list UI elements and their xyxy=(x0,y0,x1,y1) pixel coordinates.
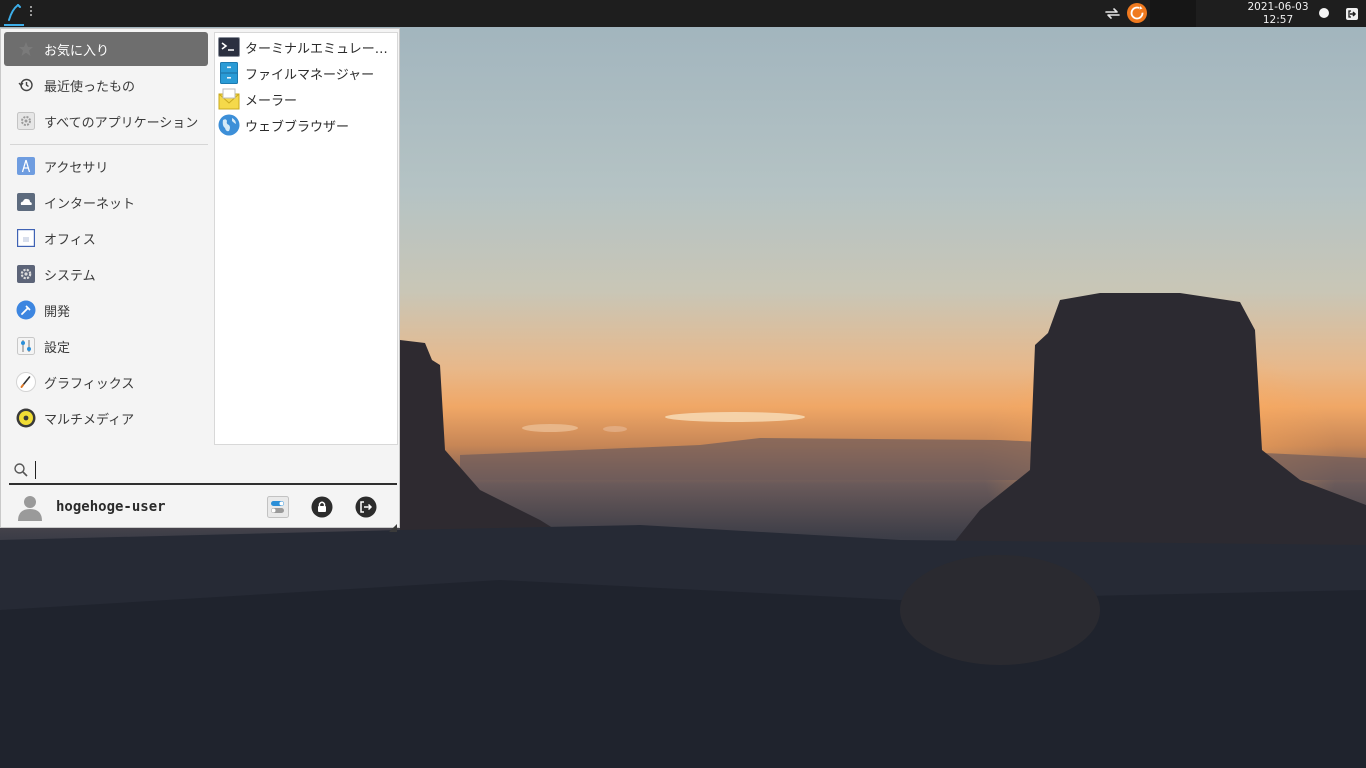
category-development[interactable]: 開発 xyxy=(4,293,208,327)
category-multimedia[interactable]: マルチメディア xyxy=(4,401,208,435)
development-hammer-icon xyxy=(16,300,36,320)
category-label: 最近使ったもの xyxy=(44,79,136,95)
graphics-brush-icon xyxy=(16,372,36,392)
notification-dot-icon[interactable] xyxy=(1319,8,1329,18)
category-label: アクセサリ xyxy=(44,160,109,176)
app-label: メーラー xyxy=(245,93,298,109)
application-menu: お気に入り 最近使ったもの すべてのアプリケーション アクセサリ インターネット… xyxy=(0,28,400,532)
category-favorites[interactable]: お気に入り xyxy=(4,32,208,66)
whisker-menu-button[interactable] xyxy=(2,1,26,26)
category-list: お気に入り 最近使ったもの すべてのアプリケーション アクセサリ インターネット… xyxy=(2,30,210,448)
panel-handle-icon[interactable] xyxy=(30,6,34,20)
history-icon xyxy=(16,75,36,95)
clock-time: 12:57 xyxy=(1262,13,1294,26)
lock-icon xyxy=(311,496,333,518)
category-system[interactable]: システム xyxy=(4,257,208,291)
system-gear-icon xyxy=(16,264,36,284)
log-out-button[interactable] xyxy=(354,495,378,519)
app-terminal[interactable]: ターミナルエミュレーター xyxy=(215,34,397,60)
web-browser-globe-icon xyxy=(218,114,240,136)
avatar xyxy=(16,493,44,521)
category-accessories[interactable]: アクセサリ xyxy=(4,149,208,183)
category-all-apps[interactable]: すべてのアプリケーション xyxy=(4,104,208,138)
file-manager-icon xyxy=(218,62,240,84)
search-icon xyxy=(13,462,29,478)
category-office[interactable]: オフィス xyxy=(4,221,208,255)
action-exit-icon[interactable] xyxy=(1345,6,1359,20)
log-out-icon xyxy=(355,496,377,518)
app-label: ファイルマネージャー xyxy=(245,67,375,83)
app-label: ターミナルエミュレーター xyxy=(245,41,393,57)
username: hogehoge-user xyxy=(56,499,166,515)
resize-grip-icon[interactable] xyxy=(389,517,397,532)
office-document-icon xyxy=(16,228,36,248)
app-file-manager[interactable]: ファイルマネージャー xyxy=(215,60,397,86)
panel-clock[interactable]: 2021-06-03 12:57 xyxy=(1236,1,1320,26)
user-bar: hogehoge-user xyxy=(2,489,398,527)
category-label: マルチメディア xyxy=(44,412,135,428)
app-label: ウェブブラウザー xyxy=(245,119,350,135)
star-icon xyxy=(16,39,36,59)
category-label: オフィス xyxy=(44,232,96,248)
category-settings[interactable]: 設定 xyxy=(4,329,208,363)
category-separator xyxy=(10,144,208,145)
category-label: 設定 xyxy=(44,340,71,356)
category-recent[interactable]: 最近使ったもの xyxy=(4,68,208,102)
category-label: お気に入り xyxy=(44,43,110,59)
multimedia-speaker-icon xyxy=(16,408,36,428)
settings-toggle-icon xyxy=(267,496,289,518)
search-bar xyxy=(9,457,397,485)
search-input[interactable] xyxy=(35,461,376,479)
lock-screen-button[interactable] xyxy=(310,495,334,519)
app-web-browser[interactable]: ウェブブラウザー xyxy=(215,112,397,138)
settings-sliders-icon xyxy=(16,336,36,356)
software-update-icon[interactable] xyxy=(1127,3,1147,23)
internet-cloud-icon xyxy=(16,192,36,212)
clock-date: 2021-06-03 xyxy=(1247,1,1309,13)
category-graphics[interactable]: グラフィックス xyxy=(4,365,208,399)
application-list: ターミナルエミュレーター ファイルマネージャー メーラー ウェブブラウザー xyxy=(214,32,398,445)
category-label: インターネット xyxy=(44,196,136,212)
settings-manager-button[interactable] xyxy=(266,495,290,519)
terminal-icon xyxy=(218,36,240,58)
top-panel: 2021-06-03 12:57 xyxy=(0,0,1366,27)
app-mail[interactable]: メーラー xyxy=(215,86,397,112)
category-label: 開発 xyxy=(44,304,71,320)
network-share-icon[interactable] xyxy=(1103,4,1122,23)
category-label: すべてのアプリケーション xyxy=(44,115,199,131)
accessories-icon xyxy=(16,156,36,176)
category-label: グラフィックス xyxy=(44,376,135,392)
tray-empty-slot xyxy=(1150,0,1196,27)
category-internet[interactable]: インターネット xyxy=(4,185,208,219)
category-label: システム xyxy=(44,268,96,284)
xfce-mouse-icon xyxy=(8,4,21,21)
mail-icon xyxy=(218,88,240,110)
all-apps-gear-icon xyxy=(16,111,36,131)
